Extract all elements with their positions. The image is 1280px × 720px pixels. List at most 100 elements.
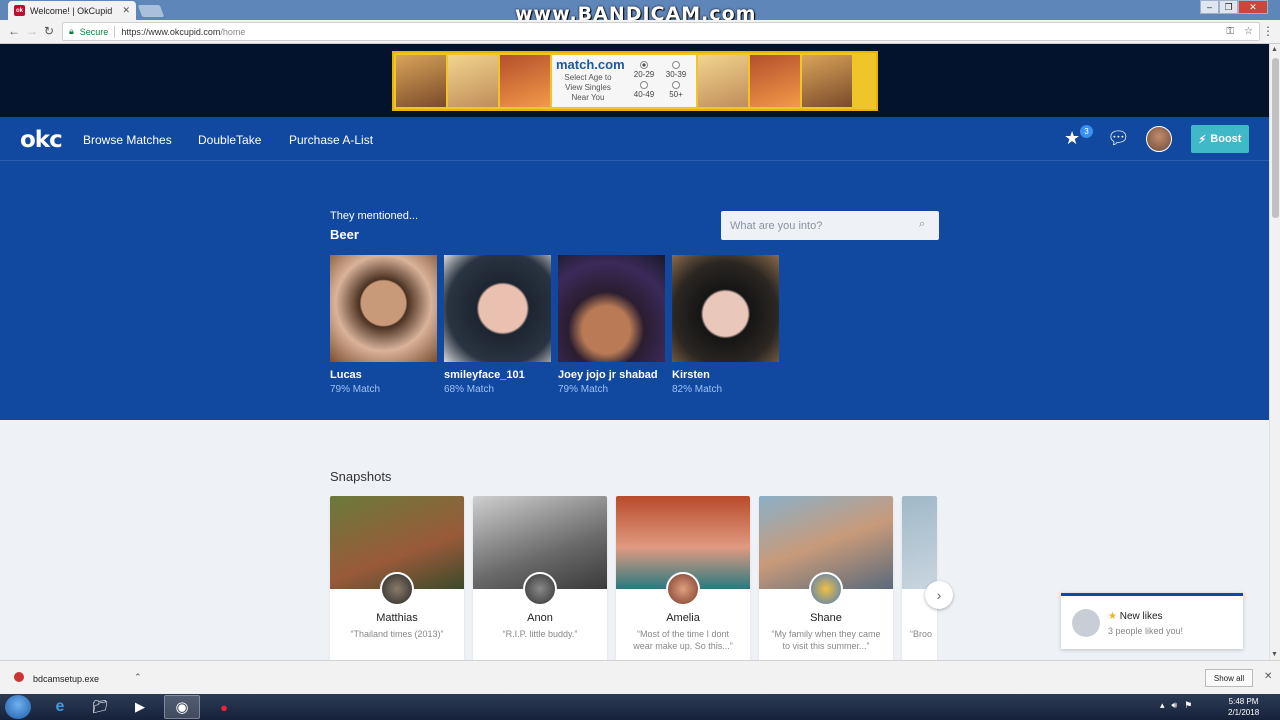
snapshot-card[interactable]: Amelia “Most of the time I dont wear mak… bbox=[616, 496, 750, 660]
snapshot-avatar[interactable] bbox=[523, 572, 557, 606]
ad-age-options: 20-29 30-39 40-49 50+ bbox=[628, 61, 692, 99]
forward-icon[interactable]: → bbox=[26, 24, 38, 38]
clock-time: 5:48 PM bbox=[1228, 697, 1259, 706]
close-window-icon[interactable]: ✕ bbox=[1238, 0, 1268, 14]
download-filename[interactable]: bdcamsetup.exe bbox=[33, 674, 99, 684]
file-explorer-icon[interactable]: 📁︎ bbox=[82, 695, 118, 719]
snapshot-name[interactable]: Matthias bbox=[330, 612, 464, 624]
address-bar-row: ← → ↻ 🔒︎ Secure https://www.okcupid.com/… bbox=[0, 20, 1280, 44]
snapshot-caption: “Broo bbox=[910, 629, 933, 639]
bookmark-star-icon[interactable]: ☆ bbox=[1244, 26, 1253, 37]
scroll-thumb[interactable] bbox=[1272, 58, 1279, 218]
ad-photo bbox=[448, 55, 498, 107]
age-option[interactable]: 20-29 bbox=[628, 61, 660, 79]
mentioned-section: They mentioned... Beer ⌕ Lucas 79% Match… bbox=[0, 161, 1269, 420]
close-download-bar-icon[interactable]: ✕ bbox=[1264, 671, 1272, 682]
browser-menu-icon[interactable]: ⋮ bbox=[1262, 24, 1274, 38]
scroll-up-icon[interactable]: ▲ bbox=[1271, 46, 1278, 53]
nav-doubletake[interactable]: DoubleTake bbox=[198, 133, 261, 147]
snapshot-card[interactable]: “Broo bbox=[902, 496, 937, 660]
url-path: /home bbox=[220, 26, 246, 37]
browser-tab-strip: ok Welcome! | OkCupid ✕ www.BANDICAM.com… bbox=[0, 0, 1280, 25]
profile-name[interactable]: smileyface_101 bbox=[444, 369, 551, 381]
interest-search-input[interactable] bbox=[721, 211, 939, 240]
snapshot-name[interactable]: Amelia bbox=[616, 612, 750, 624]
show-all-button[interactable]: Show all bbox=[1205, 669, 1253, 687]
profile-photo[interactable] bbox=[672, 255, 779, 362]
radio-icon bbox=[640, 81, 648, 89]
chrome-icon[interactable]: ◉ bbox=[164, 695, 200, 719]
back-icon[interactable]: ← bbox=[8, 24, 20, 38]
profile-name[interactable]: Joey jojo jr shabad bbox=[558, 369, 665, 381]
ad-photo bbox=[750, 55, 800, 107]
profile-photo[interactable] bbox=[444, 255, 551, 362]
url-field[interactable]: 🔒︎ Secure https://www.okcupid.com/home ⚿… bbox=[62, 22, 1260, 41]
browser-tab[interactable]: ok Welcome! | OkCupid ✕ bbox=[8, 1, 136, 20]
chevron-up-icon[interactable]: ⌃ bbox=[134, 672, 142, 683]
snapshot-name[interactable]: Anon bbox=[473, 612, 607, 624]
profile-photo[interactable] bbox=[330, 255, 437, 362]
volume-icon[interactable]: 🔊︎ bbox=[1172, 700, 1178, 711]
notification-subtitle: 3 people liked you! bbox=[1108, 626, 1184, 636]
age-option[interactable]: 40-49 bbox=[628, 81, 660, 99]
star-icon: ★ bbox=[1108, 611, 1117, 622]
key-icon[interactable]: ⚿ bbox=[1226, 26, 1234, 37]
close-tab-icon[interactable]: ✕ bbox=[122, 5, 130, 16]
profile-name[interactable]: Kirsten bbox=[672, 369, 779, 381]
age-option[interactable]: 30-39 bbox=[660, 61, 692, 79]
user-avatar[interactable] bbox=[1146, 126, 1172, 152]
minimize-icon[interactable]: – bbox=[1200, 0, 1219, 14]
snapshot-card[interactable]: Shane “My family when they came to visit… bbox=[759, 496, 893, 660]
match-ad[interactable]: match.com Select Age to View Singles Nea… bbox=[392, 51, 878, 111]
scroll-down-icon[interactable]: ▼ bbox=[1271, 651, 1278, 658]
taskbar-clock[interactable]: 5:48 PM 2/1/2018 bbox=[1228, 696, 1259, 718]
ad-photo bbox=[500, 55, 550, 107]
messages-icon[interactable]: 💬︎ bbox=[1107, 128, 1130, 149]
snapshot-photo[interactable] bbox=[902, 496, 937, 589]
age-label: 40-49 bbox=[633, 90, 655, 99]
ad-photo bbox=[802, 55, 852, 107]
search-icon[interactable]: ⌕ bbox=[919, 218, 925, 231]
tray-expand-icon[interactable]: ▴ bbox=[1160, 700, 1165, 711]
ad-photo bbox=[698, 55, 748, 107]
snapshots-carousel: Matthias “Thailand times (2013)” Anon “R… bbox=[330, 496, 937, 660]
profile-name[interactable]: Lucas bbox=[330, 369, 437, 381]
window-controls: – ❐ ✕ bbox=[1200, 0, 1268, 14]
match-percent: 79% Match bbox=[558, 384, 609, 395]
reload-icon[interactable]: ↻ bbox=[44, 24, 54, 38]
profile-card[interactable]: Joey jojo jr shabad 79% Match bbox=[558, 255, 665, 395]
okc-logo[interactable]: okc bbox=[20, 127, 63, 153]
snapshot-card[interactable]: Matthias “Thailand times (2013)” bbox=[330, 496, 464, 660]
new-tab-button[interactable] bbox=[137, 5, 165, 17]
match-percent: 82% Match bbox=[672, 384, 723, 395]
download-bar: bdcamsetup.exe ⌃ Show all ✕ bbox=[0, 660, 1280, 694]
snapshot-name[interactable]: Shane bbox=[759, 612, 893, 624]
page-viewport: match.com Select Age to View Singles Nea… bbox=[0, 44, 1269, 660]
profile-photo[interactable] bbox=[558, 255, 665, 362]
carousel-next-button[interactable]: › bbox=[925, 581, 953, 609]
match-percent: 79% Match bbox=[330, 384, 381, 395]
snapshot-avatar[interactable] bbox=[380, 572, 414, 606]
snapshot-card[interactable]: Anon “R.I.P. little buddy.” bbox=[473, 496, 607, 660]
boost-button[interactable]: ⚡︎ Boost bbox=[1191, 125, 1249, 153]
start-button[interactable] bbox=[5, 695, 31, 719]
profile-card[interactable]: smileyface_101 68% Match bbox=[444, 255, 551, 395]
page-scrollbar[interactable]: ▲ ▼ bbox=[1269, 44, 1280, 660]
media-player-icon[interactable]: ▶ bbox=[122, 695, 158, 719]
bandicam-icon[interactable]: ● bbox=[206, 695, 242, 719]
profile-card[interactable]: Lucas 79% Match bbox=[330, 255, 437, 395]
age-label: 20-29 bbox=[633, 70, 655, 79]
restore-icon[interactable]: ❐ bbox=[1219, 0, 1238, 14]
new-likes-notification[interactable]: ★ New likes 3 people liked you! bbox=[1061, 593, 1243, 649]
nav-browse-matches[interactable]: Browse Matches bbox=[83, 133, 172, 147]
secure-label: Secure bbox=[79, 26, 109, 37]
snapshot-avatar[interactable] bbox=[809, 572, 843, 606]
profile-card[interactable]: Kirsten 82% Match bbox=[672, 255, 779, 395]
nav-purchase-a-list[interactable]: Purchase A-List bbox=[289, 133, 373, 147]
likes-star-icon[interactable]: ★ bbox=[1064, 128, 1080, 149]
network-icon[interactable]: ⚑ bbox=[1184, 700, 1192, 711]
avatar-placeholder-icon bbox=[1072, 609, 1100, 637]
age-option[interactable]: 50+ bbox=[660, 81, 692, 99]
snapshot-avatar[interactable] bbox=[666, 572, 700, 606]
internet-explorer-icon[interactable]: e bbox=[42, 695, 78, 719]
